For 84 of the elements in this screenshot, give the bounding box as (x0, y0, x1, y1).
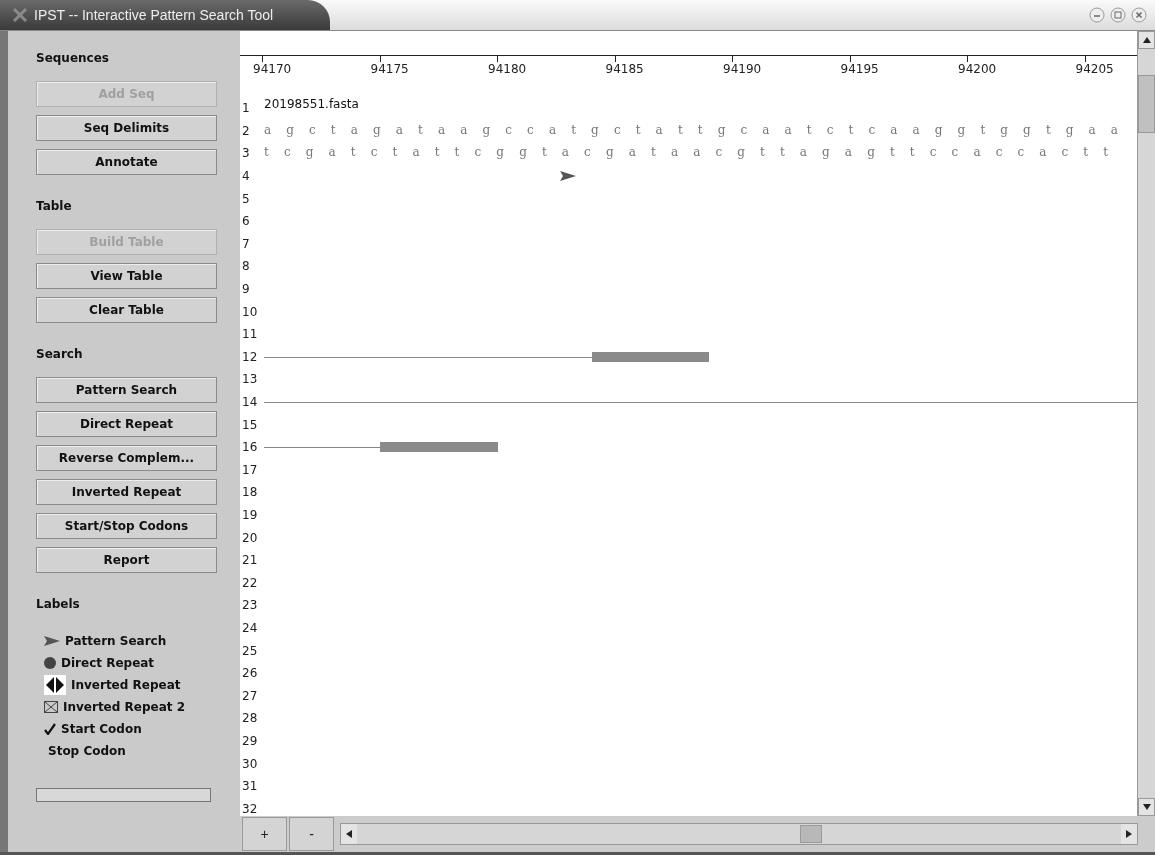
sequence-text: tcgatctattcggtacgataacgttagagttccaccactt (264, 145, 1124, 160)
sidebar-button[interactable]: View Table (36, 263, 217, 289)
track-number: 17 (241, 462, 259, 477)
zoom-button[interactable]: + (242, 817, 287, 851)
track-number: 23 (241, 598, 259, 613)
check-icon (44, 722, 56, 735)
track-number: 15 (241, 417, 259, 432)
sequence-text: agctagataagccatgctattgcaatctcaaggtggtgaa (264, 122, 1134, 137)
section-heading: Search (36, 347, 84, 361)
down-arrow-icon[interactable] (1142, 804, 1151, 810)
scrollbar-thumb[interactable] (1138, 75, 1155, 133)
triangle-icon (44, 635, 60, 646)
sidebar-button[interactable]: Inverted Repeat (36, 479, 217, 505)
track-number: 13 (241, 372, 259, 387)
track-number: 14 (241, 395, 259, 409)
sidebar-button[interactable]: Direct Repeat (36, 411, 217, 437)
sidebar-button[interactable]: Seq Delimits (36, 115, 217, 141)
track-number: 21 (241, 553, 259, 568)
minimize-icon[interactable] (1089, 7, 1105, 23)
track-number: 12 (241, 349, 259, 364)
sidebar-button[interactable]: Clear Table (36, 297, 217, 323)
track-number: 25 (241, 643, 259, 658)
ruler-label: 94170 (253, 62, 292, 76)
track-number: 24 (241, 620, 259, 635)
track-number: 11 (241, 327, 259, 342)
legend-label: Inverted Repeat 2 (63, 699, 185, 714)
ruler-label: 94195 (840, 62, 879, 76)
window-title: IPST -- Interactive Pattern Search Tool (34, 7, 274, 23)
legend-label: Inverted Repeat (71, 677, 181, 692)
scrollbar-thumb[interactable] (800, 825, 823, 843)
track-number: 16 (241, 440, 259, 455)
double-arrow-icon (44, 674, 66, 695)
sidebar-button[interactable]: Reverse Complem... (36, 445, 217, 471)
track-number: 9 (241, 282, 251, 297)
track-number: 5 (241, 191, 251, 206)
track-number: 18 (241, 485, 259, 500)
track-number: 31 (241, 779, 259, 794)
track-number: 4 (241, 169, 251, 184)
section-heading: Labels (36, 597, 81, 611)
cross-icon (12, 7, 28, 23)
track-number: 26 (241, 666, 259, 681)
track-number: 32 (241, 801, 259, 816)
legend-label: Start Codon (61, 721, 142, 736)
track-number: 2 (241, 123, 251, 138)
ruler-label: 94200 (958, 62, 997, 76)
section-heading: Table (36, 199, 73, 213)
ruler-label: 94205 (1075, 62, 1114, 76)
track-number: 8 (241, 259, 251, 274)
sidebar-button[interactable]: Start/Stop Codons (36, 513, 217, 539)
right-arrow-icon[interactable] (1126, 830, 1132, 838)
ruler-label: 94185 (605, 62, 644, 76)
section-heading: Sequences (36, 51, 110, 65)
file-name: 20198551.fasta (264, 97, 359, 111)
vertical-scrollbar[interactable] (1137, 31, 1155, 816)
track-number: 1 (241, 101, 251, 116)
maximize-icon[interactable] (1110, 7, 1126, 23)
track-number: 28 (241, 711, 259, 726)
sidebar-button[interactable]: Report (36, 547, 217, 573)
triangle-marker-icon (560, 170, 576, 181)
left-arrow-icon[interactable] (346, 830, 352, 838)
track-number: 27 (241, 688, 259, 703)
sidebar-button[interactable]: Annotate (36, 149, 217, 175)
track-number: 10 (241, 304, 259, 319)
horizontal-scrollbar[interactable] (340, 823, 1138, 845)
track-number: 19 (241, 508, 259, 522)
track-number: 29 (241, 733, 259, 748)
legend-label: Stop Codon (47, 743, 126, 758)
ruler-label: 94190 (723, 62, 762, 76)
track-number: 3 (241, 146, 251, 161)
up-arrow-icon[interactable] (1142, 37, 1151, 43)
circle-icon (44, 656, 56, 669)
bowtie-icon (44, 700, 58, 713)
track-number: 20 (241, 530, 259, 545)
track-number: 6 (241, 214, 251, 229)
close-icon[interactable] (1131, 7, 1147, 23)
track-number: 30 (241, 756, 259, 771)
legend-label: Direct Repeat (61, 655, 155, 670)
legend-label: Pattern Search (65, 633, 167, 648)
sidebar-button[interactable]: Pattern Search (36, 377, 217, 403)
track-number: 7 (241, 236, 251, 251)
zoom-button[interactable]: - (289, 817, 334, 851)
ruler-label: 94180 (488, 62, 527, 76)
ruler-label: 94175 (370, 62, 409, 76)
track-number: 22 (241, 575, 259, 590)
